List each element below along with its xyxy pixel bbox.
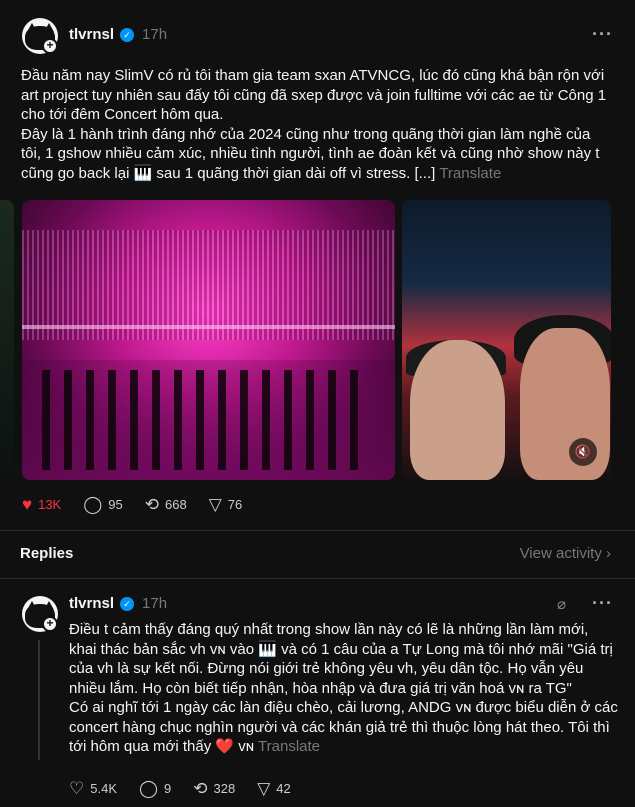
reply-actions: ♡ 5.4K ◯ 9 ⟲ 328 ▽ 42 <box>69 780 313 797</box>
share-count: 76 <box>227 497 243 512</box>
thread-line <box>38 640 40 760</box>
verified-badge-icon: ✓ <box>120 596 135 611</box>
heart-outline-icon: ♡ <box>69 779 85 798</box>
mute-icon[interactable]: 🔇 <box>569 438 597 466</box>
post-body-line: cũng go back lại 🎹 sau 1 quãng thời gian… <box>21 164 436 182</box>
post-actions: ♥ 13K ◯ 95 ⟲ 668 ▽ 76 <box>22 496 264 513</box>
share-icon: ▽ <box>257 779 271 798</box>
comment-icon: ◯ <box>139 779 159 798</box>
username[interactable]: tlvrnsl <box>69 595 114 612</box>
repost-count: 328 <box>213 781 236 796</box>
repost-icon: ⟲ <box>193 779 208 798</box>
more-options-icon[interactable]: ··· <box>592 593 613 614</box>
reply-body-line: của vh là sự kết nối. Đừng nói giới trẻ … <box>69 660 584 677</box>
verified-badge-icon: ✓ <box>120 27 135 42</box>
reply-body-line: nhiều lắm. Họ còn biết tiếp nhận, hòa nh… <box>69 679 572 697</box>
translate-link[interactable]: Translate <box>439 165 501 182</box>
post-body-line: art project tuy nhiên sau đấy tôi cũng đ… <box>21 86 607 104</box>
repost-count: 668 <box>164 497 187 512</box>
post-body-line: cho tới đêm Concert hôm qua. <box>21 106 224 123</box>
reply-body-line: Điều t cảm thấy đáng quý nhất trong show… <box>69 621 589 638</box>
share-button[interactable]: ▽ 42 <box>257 780 291 797</box>
reply-timestamp[interactable]: 17h <box>142 595 167 612</box>
comment-count: 95 <box>108 497 123 512</box>
repost-icon: ⟲ <box>144 495 159 514</box>
repost-button[interactable]: ⟲ 328 <box>193 780 235 797</box>
like-button[interactable]: ♡ 5.4K <box>69 780 117 797</box>
more-options-icon[interactable]: ··· <box>592 24 613 45</box>
share-count: 42 <box>276 781 291 796</box>
reply-body-line: tới hôm qua mới thấy ❤️ ᴠɴ <box>69 738 255 755</box>
follow-plus-icon[interactable]: + <box>42 616 58 632</box>
reply-body-line: concert hàng chục nghìn người và các khá… <box>69 718 610 736</box>
like-button[interactable]: ♥ 13K <box>22 496 61 513</box>
translate-link[interactable]: Translate <box>258 738 320 755</box>
post-header: tlvrnsl ✓ 17h <box>69 26 167 43</box>
comment-count: 9 <box>164 781 172 796</box>
post-body-line: Đây là 1 hành trình đáng nhớ của 2024 cũ… <box>21 125 591 143</box>
comment-button[interactable]: ◯ 95 <box>83 496 123 513</box>
reply-body-line: Có ai nghĩ tới 1 ngày các làn điệu chèo,… <box>69 699 618 716</box>
heart-filled-icon: ♥ <box>22 495 33 514</box>
view-activity-link[interactable]: View activity › <box>520 545 611 562</box>
username[interactable]: tlvrnsl <box>69 26 114 43</box>
reply-body: Điều t cảm thấy đáng quý nhất trong show… <box>69 620 619 757</box>
share-icon: ▽ <box>208 495 222 514</box>
replies-title: Replies <box>20 545 74 562</box>
comment-button[interactable]: ◯ 9 <box>139 780 171 797</box>
repost-button[interactable]: ⟲ 668 <box>145 496 187 513</box>
comment-icon: ◯ <box>83 495 103 514</box>
concert-video[interactable]: 🔇 <box>402 200 611 480</box>
replies-header: Replies View activity › <box>0 531 635 577</box>
post-body-line: Đầu năm nay SlimV có rủ tôi tham gia tea… <box>21 67 605 84</box>
reply-body-line: khai thác bản sắc vh ᴠɴ vào 🎹 và có 1 câ… <box>69 640 613 658</box>
reply-header: tlvrnsl ✓ 17h <box>69 595 167 612</box>
media-carousel[interactable]: 🔇 <box>0 200 635 480</box>
follow-plus-icon[interactable]: + <box>42 38 58 54</box>
post-body: Đầu năm nay SlimV có rủ tôi tham gia tea… <box>21 66 621 183</box>
post-timestamp[interactable]: 17h <box>142 26 167 43</box>
divider <box>0 578 635 579</box>
concert-photo[interactable] <box>22 200 395 480</box>
share-button[interactable]: ▽ 76 <box>209 496 243 513</box>
like-count: 5.4K <box>90 781 117 796</box>
post-body-line: tôi, 1 gshow nhiều cảm xúc, nhiều tình n… <box>21 145 600 162</box>
edited-icon[interactable]: ⌀ <box>557 595 566 613</box>
carousel-image-prev[interactable] <box>0 200 14 480</box>
like-count: 13K <box>38 497 62 512</box>
